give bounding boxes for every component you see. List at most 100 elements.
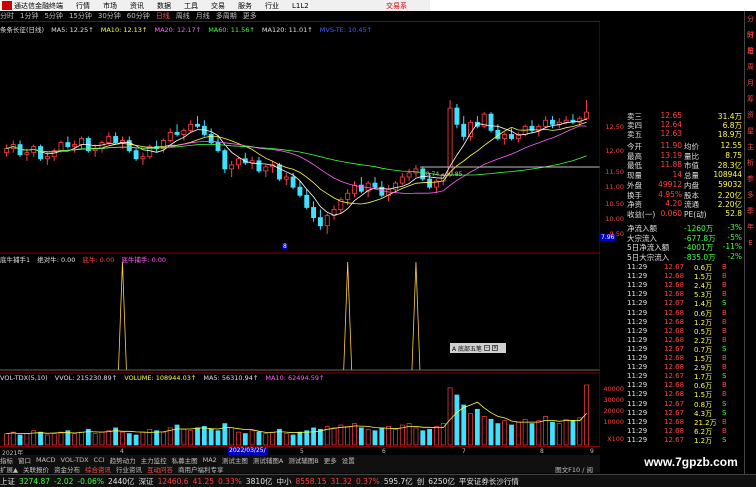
- volume-bar: [79, 431, 84, 446]
- sidebar-tab[interactable]: E: [745, 235, 756, 251]
- tick-row: 11:29 12.68 5.3万 B: [626, 290, 744, 299]
- tick-cell: 11:29: [627, 317, 648, 326]
- stat-row-cell: PE(动): [684, 209, 707, 219]
- quote-panel: 卖三 12.65 31.4万 卖四 12.64 6.8万 卖五 12.63 18.9万 今开 11…: [626, 111, 744, 446]
- floating-toolbar-label: A 底部五笔: [452, 345, 483, 353]
- sidebar-tab[interactable]: 多: [745, 187, 756, 203]
- sidebar-tab[interactable]: 主: [745, 139, 756, 155]
- tick-row: 11:29 12.68 0.6万 B: [626, 381, 744, 390]
- zx-index-change: 31.32: [330, 476, 352, 486]
- flow-row-cell: -835.0万: [684, 252, 716, 262]
- tick-cell: 11:29: [627, 290, 648, 299]
- cy-index-name[interactable]: 创: [417, 476, 425, 487]
- volume-bar: [550, 421, 555, 446]
- tick-cell: S: [722, 372, 727, 381]
- tab-user-benefits[interactable]: 商用户福利专享: [178, 464, 224, 474]
- sh-index-name[interactable]: 上证: [0, 476, 15, 487]
- price-tick: 11.50: [605, 168, 624, 176]
- volume-bar: [434, 426, 439, 446]
- zx-index-name[interactable]: 中小: [276, 476, 291, 487]
- tab-f10[interactable]: 图文F10 / 阅: [555, 464, 593, 474]
- tick-row: 11:29 12.68 1.2万 B: [626, 318, 744, 327]
- tab-test-a[interactable]: 测试辅图A: [253, 455, 283, 465]
- volume-axis: 40000 30000 20000 10000 X100: [600, 383, 626, 443]
- sz-index-name[interactable]: 深证: [139, 476, 154, 487]
- sidebar-tab[interactable]: 星: [745, 123, 756, 139]
- candle-body: [256, 160, 262, 172]
- tab-expand[interactable]: 扩展▲: [0, 464, 18, 474]
- sidebar-tab[interactable]: 筹: [745, 91, 756, 107]
- tab-industry-news[interactable]: 行业资讯: [116, 464, 142, 474]
- close-icon[interactable]: ×: [492, 345, 499, 351]
- candle-body: [72, 144, 78, 147]
- volume-bar: [290, 434, 296, 446]
- sidebar-tab[interactable]: 资: [745, 107, 756, 123]
- tick-row: 11:29 12.68 0.6万 B: [626, 309, 744, 318]
- candle-body: [447, 107, 453, 176]
- tab-cci[interactable]: CCI: [94, 456, 105, 464]
- tick-cell: 12.68: [664, 326, 685, 335]
- volume-bar: [126, 433, 132, 446]
- tick-cell: 12.68: [664, 290, 685, 299]
- floating-toolbar[interactable]: A 底部五笔 − ×: [450, 343, 506, 353]
- volume-bar: [263, 433, 269, 446]
- flow-row: 5日大宗流入 -835.0万 -2%: [626, 252, 744, 262]
- candle-body: [345, 192, 351, 200]
- volume-bar: [120, 431, 125, 446]
- candle-body: [3, 148, 9, 154]
- candle-body: [140, 156, 146, 160]
- sidebar-tab[interactable]: 分笔: [745, 27, 756, 55]
- ask-level-cell: 12.64: [660, 120, 682, 129]
- tick-cell: B: [722, 326, 727, 335]
- sidebar-tab[interactable]: 析: [745, 155, 756, 171]
- volume-bar: [215, 430, 221, 446]
- tab-general-news[interactable]: 综合资讯: [85, 464, 111, 474]
- sidebar-tab[interactable]: 参: [745, 171, 756, 187]
- sidebar-tab[interactable]: 月: [745, 75, 756, 91]
- tab-settings[interactable]: 设置: [342, 455, 355, 465]
- tab-test-main[interactable]: 测试主图: [222, 455, 248, 465]
- sh-index-change: -2.02: [54, 476, 74, 486]
- tick-cell: S: [722, 344, 727, 353]
- tab-test-b[interactable]: 测试辅图B: [288, 455, 318, 465]
- candle-body: [468, 121, 473, 137]
- volume-tick: X100: [607, 435, 624, 443]
- tick-row: 11:29 12.67 0.6万 B: [626, 263, 744, 272]
- tick-cell: 11:29: [627, 326, 648, 335]
- volume-bar: [92, 433, 98, 446]
- tab-macd[interactable]: MACD: [36, 456, 55, 464]
- minimize-icon[interactable]: −: [484, 345, 491, 351]
- tab-qa[interactable]: 互动问答: [147, 464, 173, 474]
- sidebar-tab[interactable]: 年: [745, 219, 756, 235]
- volume-tick: 10000: [603, 418, 624, 426]
- signal-spike: [343, 261, 353, 371]
- low-marker: 8: [282, 243, 288, 250]
- candle-body: [58, 142, 64, 152]
- volume-bar: [256, 431, 262, 446]
- tick-cell: 11:29: [627, 308, 648, 317]
- tick-cell: 11:29: [627, 426, 648, 435]
- volume-bar: [311, 427, 316, 446]
- stat-row-cell: 13.19: [660, 150, 682, 160]
- tick-row: 11:29 12.68 1.5万 B: [626, 354, 744, 363]
- tab-fund-distribution[interactable]: 资金分布: [54, 464, 80, 474]
- sidebar-tab[interactable]: 分时: [745, 11, 756, 39]
- flow-row: 5日净流入额 -4001万 -11%: [626, 242, 744, 252]
- tab-related-quote[interactable]: 关联报价: [23, 464, 49, 474]
- sidebar-tab[interactable]: 日: [745, 43, 756, 59]
- volume-bar: [10, 431, 16, 446]
- candle-body: [290, 176, 296, 188]
- volume-bar: [222, 423, 228, 446]
- tab-more[interactable]: 更多: [324, 455, 337, 465]
- volume-name: VOL-TDX(5,10): [0, 374, 48, 382]
- tick-cell: 1.2万: [694, 436, 713, 445]
- flow-row-cell: -5%: [727, 232, 742, 242]
- tab-ma2[interactable]: MA2: [203, 456, 217, 464]
- tick-row: 11:29 12.68 2.9万 B: [626, 363, 744, 372]
- tab-vol-tdx[interactable]: VOL-TDX: [60, 456, 88, 464]
- volume-bar: [352, 423, 357, 446]
- sidebar-tab[interactable]: 季: [745, 203, 756, 219]
- candle-body: [24, 152, 30, 156]
- flow-row-cell: -3%: [727, 223, 742, 232]
- sidebar-tab[interactable]: 周: [745, 59, 756, 75]
